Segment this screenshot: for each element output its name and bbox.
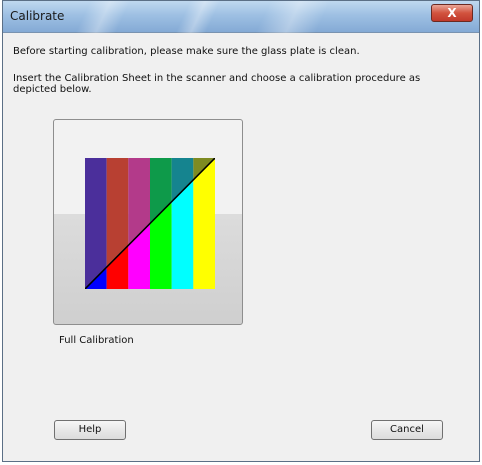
dialog-content: Before starting calibration, please make…	[3, 33, 479, 461]
calibration-bar-lower	[193, 158, 215, 289]
glass-plate-instruction: Before starting calibration, please make…	[13, 46, 360, 57]
close-icon: X	[447, 6, 457, 20]
title-bar-glass-highlight	[175, 1, 221, 33]
cancel-button[interactable]: Cancel	[371, 420, 443, 440]
calibration-bar-upper	[85, 158, 107, 289]
title-bar[interactable]: Calibrate X	[3, 1, 479, 33]
calibration-pattern-icon	[85, 158, 215, 289]
window-title: Calibrate	[10, 9, 65, 23]
title-bar-glass-highlight	[75, 1, 131, 33]
title-bar-glass-highlight	[255, 1, 331, 33]
help-button[interactable]: Help	[54, 420, 126, 440]
full-calibration-label: Full Calibration	[59, 335, 134, 346]
calibrate-dialog: Calibrate X Before starting calibration,…	[2, 0, 480, 462]
calibration-sheet-instruction: Insert the Calibration Sheet in the scan…	[13, 73, 421, 95]
close-button[interactable]: X	[431, 4, 473, 22]
full-calibration-tile[interactable]	[53, 119, 243, 325]
